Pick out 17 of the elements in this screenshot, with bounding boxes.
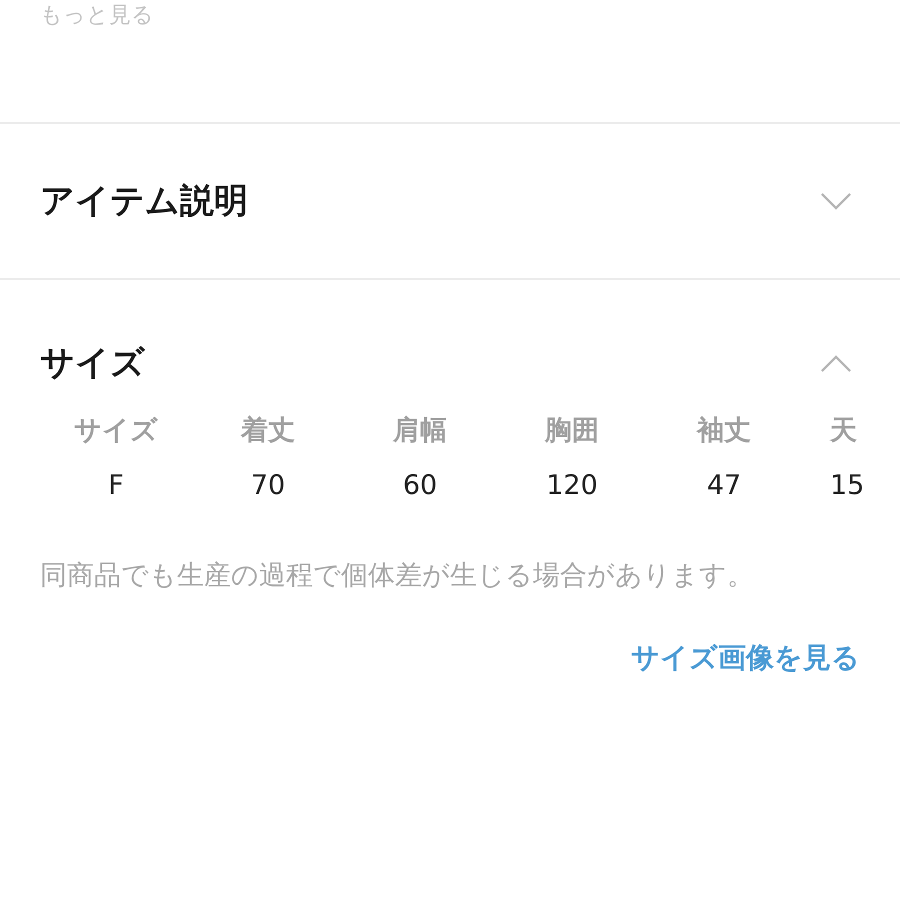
size-note: 同商品でも生産の過程で個体差が生じる場合があります。: [40, 559, 755, 593]
column-header: 肩幅: [392, 414, 448, 448]
column-header: 袖丈: [695, 414, 752, 448]
section-title[interactable]: アイテム説明: [40, 178, 248, 224]
chevron-up-icon[interactable]: [820, 354, 852, 372]
column-header: サイズ: [73, 414, 159, 448]
chevron-down-icon[interactable]: [820, 192, 852, 210]
table-cell-text: 120: [545, 470, 599, 501]
table-cell-text: F: [107, 470, 125, 501]
column-header: 胸囲: [544, 414, 600, 448]
table-cell-text: 60: [402, 470, 438, 501]
table-cell-text: 70: [250, 470, 286, 501]
section-title[interactable]: サイズ: [40, 340, 145, 386]
table-cell-text: 15: [829, 470, 864, 501]
table-cell-text: 47: [706, 470, 742, 501]
column-header: 天: [828, 414, 857, 448]
column-header: 着丈: [240, 414, 296, 448]
